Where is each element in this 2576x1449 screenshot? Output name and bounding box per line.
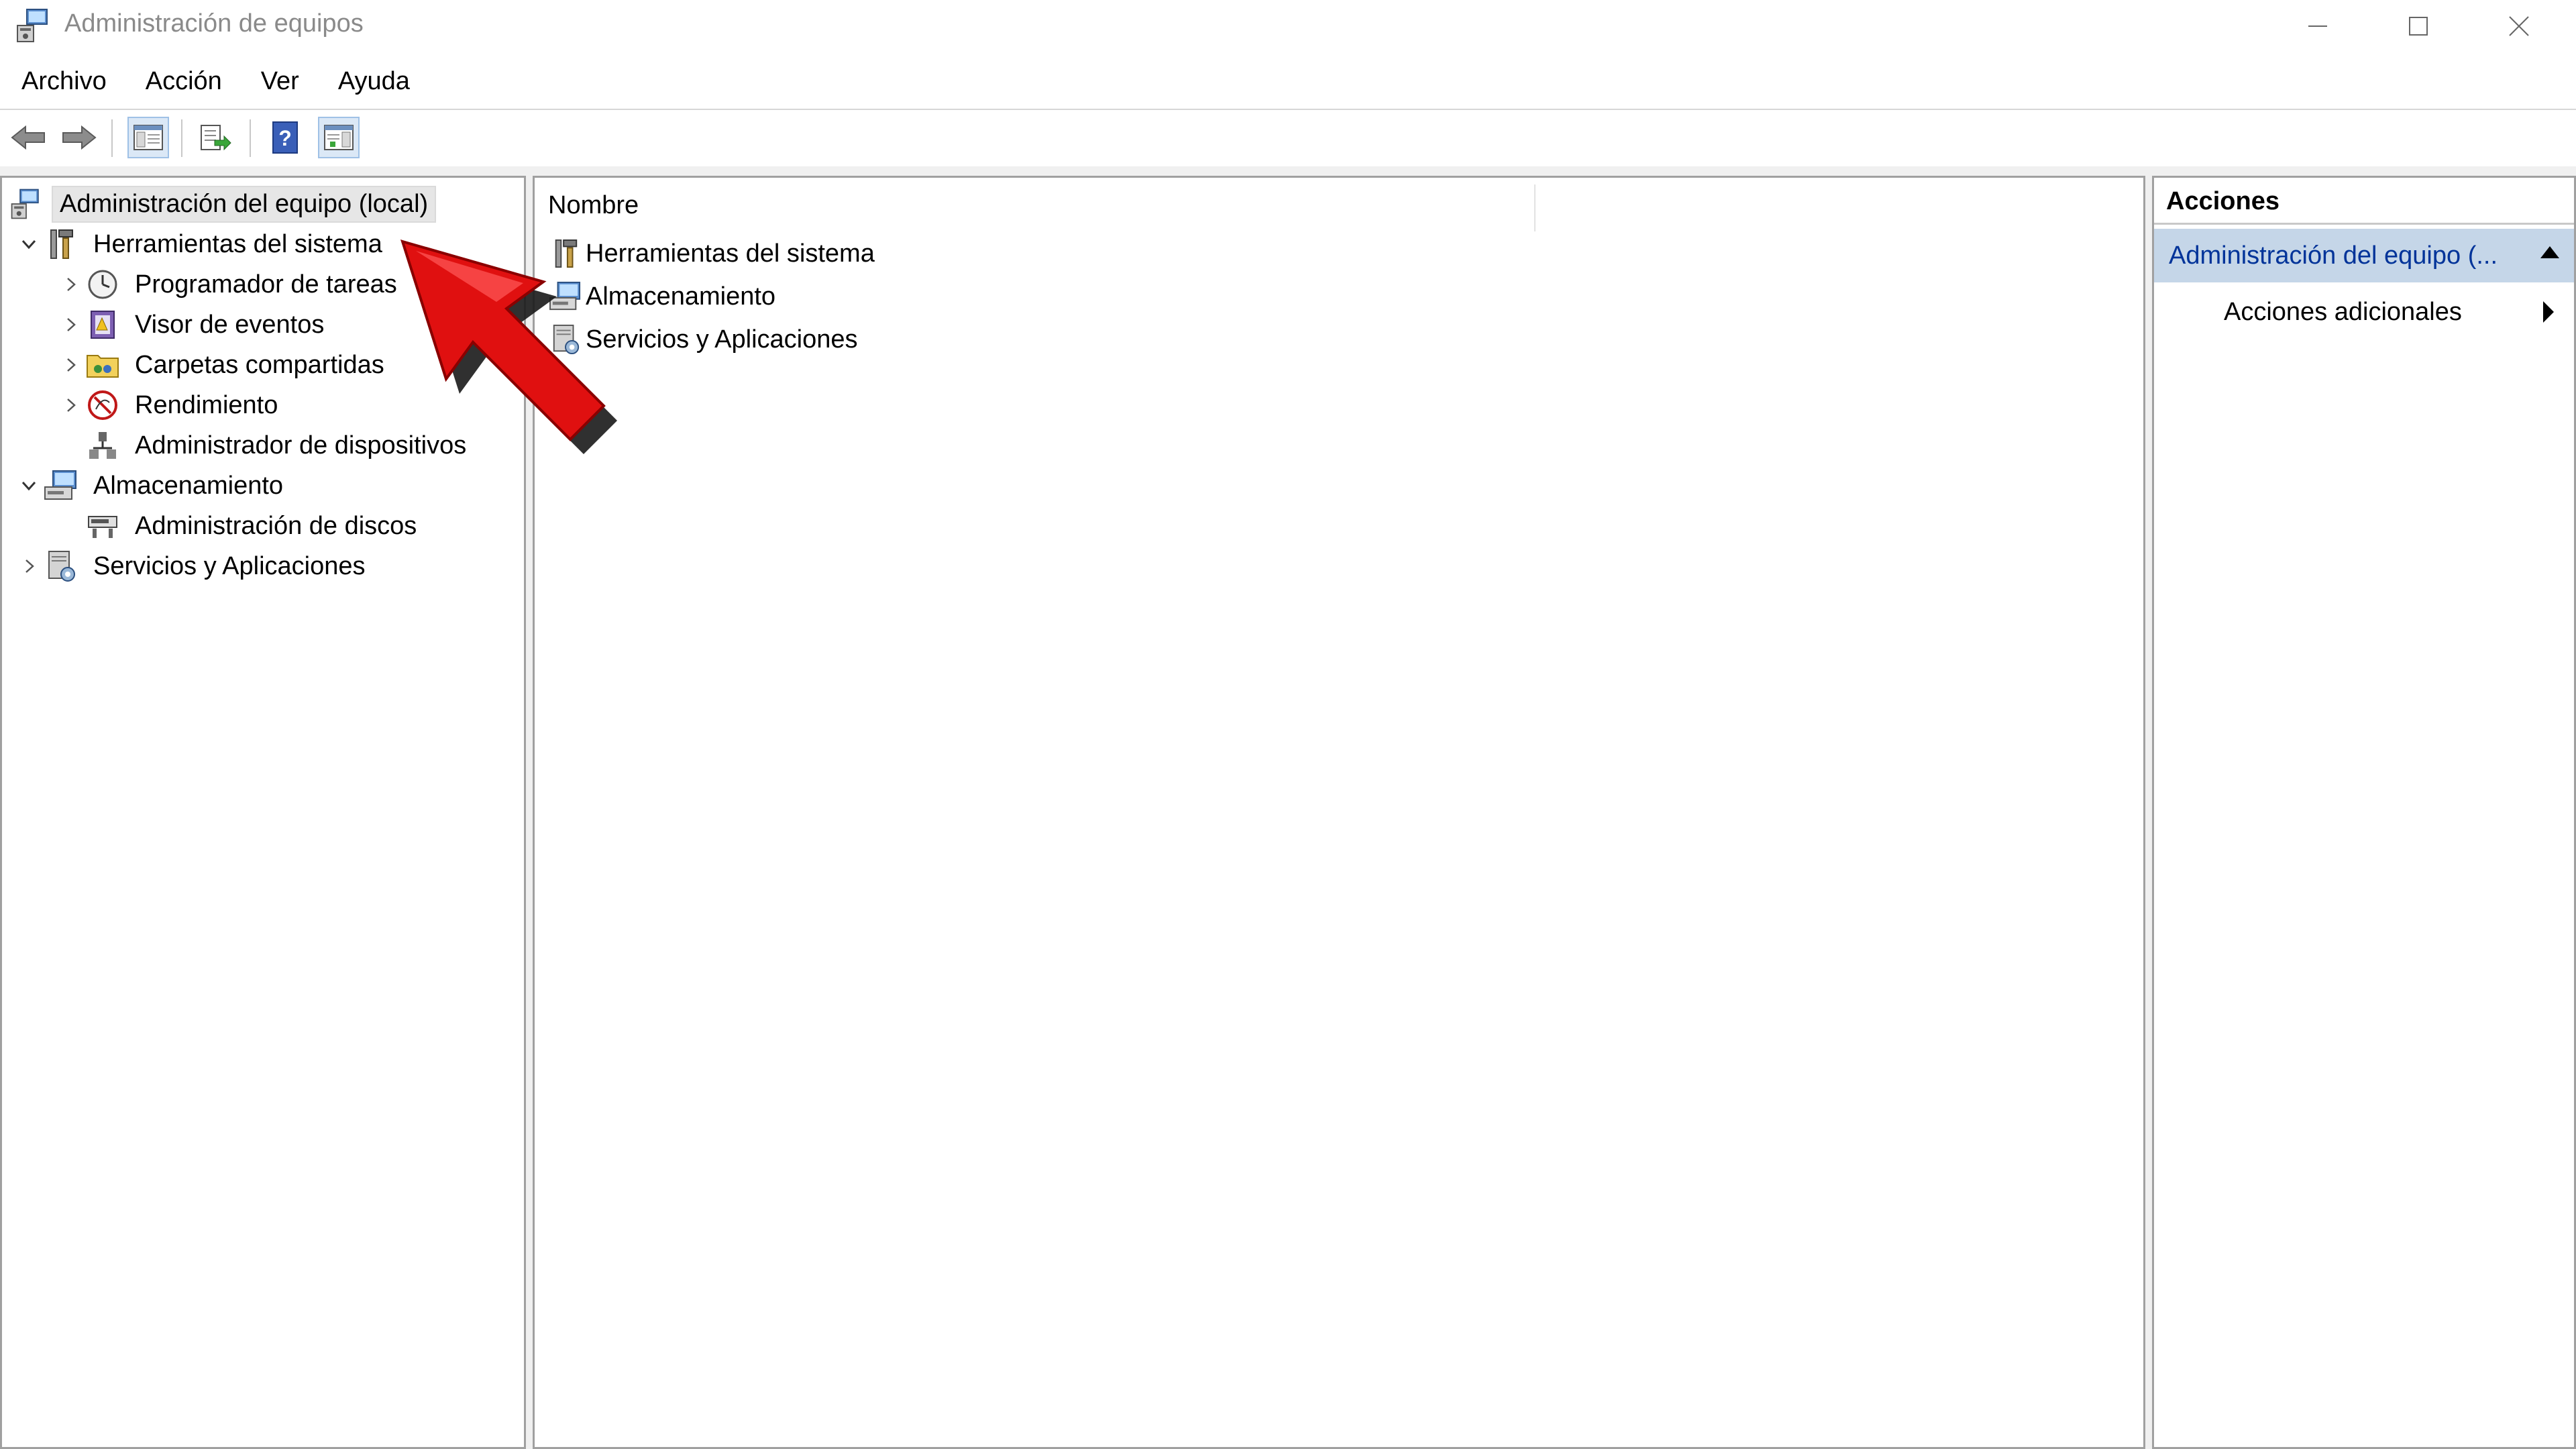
back-button[interactable]	[8, 117, 50, 158]
storage-icon	[42, 467, 80, 504]
forward-button[interactable]	[58, 117, 99, 158]
window-title: Administración de equipos	[64, 9, 364, 38]
chevron-right-icon[interactable]	[57, 265, 84, 304]
tree-item-herramientas[interactable]: Herramientas del sistema	[15, 225, 389, 264]
tree-item-rendimiento[interactable]: Rendimiento	[57, 386, 284, 425]
chevron-down-icon[interactable]	[15, 466, 42, 505]
show-hide-tree-button[interactable]	[127, 117, 169, 158]
list-item-label: Servicios y Aplicaciones	[586, 325, 858, 354]
tree-item-visor-eventos[interactable]: Visor de eventos	[57, 305, 331, 344]
red-arrow-annotation-icon	[400, 239, 617, 454]
chevron-down-icon[interactable]	[15, 225, 42, 264]
title-bar: Administración de equipos	[0, 0, 2576, 52]
maximize-button[interactable]	[2368, 0, 2469, 52]
close-icon	[2509, 16, 2529, 36]
actions-splitter[interactable]	[2145, 176, 2152, 1449]
tree-item-label: Almacenamiento	[93, 471, 284, 500]
list-header: Nombre	[535, 178, 2143, 231]
tree-item-label: Programador de tareas	[135, 270, 397, 299]
shared-folder-icon	[84, 346, 121, 384]
toolbar: ?	[0, 109, 2576, 168]
help-button[interactable]: ?	[264, 117, 306, 158]
computer-management-window: Administración de equipos Archivo Acción…	[0, 0, 2576, 1449]
toolbar-separator	[250, 119, 251, 157]
tree-item-label: Rendimiento	[135, 390, 278, 419]
show-hide-tree-icon	[133, 125, 163, 150]
menu-ayuda[interactable]: Ayuda	[317, 60, 427, 107]
chevron-right-icon[interactable]	[57, 386, 84, 425]
chevron-right-icon[interactable]	[57, 345, 84, 384]
close-button[interactable]	[2469, 0, 2569, 52]
services-icon	[42, 547, 80, 585]
content-list-pane: Nombre Herramientas del sistema Almacena…	[533, 176, 2145, 1449]
chevron-right-icon[interactable]	[15, 547, 42, 586]
action-item-label: Acciones adicionales	[2224, 298, 2462, 326]
maximize-icon	[2409, 17, 2428, 36]
menu-archivo[interactable]: Archivo	[0, 60, 124, 107]
minimize-button[interactable]	[2267, 0, 2368, 52]
submenu-arrow-icon	[2543, 301, 2554, 323]
column-divider[interactable]	[1534, 184, 1536, 231]
show-hide-action-pane-icon	[324, 125, 354, 150]
actions-pane: Acciones Administración del equipo (... …	[2152, 176, 2576, 1449]
show-hide-action-pane-button[interactable]	[318, 117, 360, 158]
tree-item-label: Herramientas del sistema	[93, 229, 382, 258]
tools-icon	[42, 225, 80, 263]
tree-item-servicios[interactable]: Servicios y Aplicaciones	[15, 547, 372, 586]
pane-top-gap	[0, 166, 2576, 176]
tree-item-label: Visor de eventos	[135, 310, 325, 339]
disk-icon	[84, 507, 121, 545]
export-list-icon	[201, 125, 231, 151]
actions-section-header[interactable]: Administración del equipo (...	[2154, 229, 2574, 282]
tree-item-label: Carpetas compartidas	[135, 350, 384, 379]
tree-item-carpetas[interactable]: Carpetas compartidas	[57, 345, 391, 384]
toolbar-separator	[181, 119, 182, 157]
list-item-label: Herramientas del sistema	[586, 239, 875, 268]
computer-management-icon	[7, 185, 45, 223]
action-acciones-adicionales[interactable]: Acciones adicionales	[2154, 285, 2574, 339]
help-icon: ?	[272, 121, 298, 154]
tree-item-almacenamiento[interactable]: Almacenamiento	[15, 466, 290, 505]
minimize-icon	[2308, 25, 2327, 27]
clock-icon	[84, 266, 121, 303]
chevron-right-icon[interactable]	[57, 305, 84, 344]
menu-ver[interactable]: Ver	[239, 60, 317, 107]
tree-item-label: Servicios y Aplicaciones	[93, 551, 366, 580]
tree-item-programador[interactable]: Programador de tareas	[57, 265, 404, 304]
computer-management-icon	[15, 7, 52, 44]
back-arrow-icon	[11, 125, 45, 150]
svg-text:?: ?	[278, 126, 292, 150]
column-header-nombre[interactable]: Nombre	[548, 191, 639, 220]
performance-icon	[84, 386, 121, 424]
toolbar-separator	[111, 119, 113, 157]
collapse-up-icon[interactable]	[2540, 246, 2559, 258]
actions-title: Acciones	[2154, 178, 2574, 225]
menu-accion[interactable]: Acción	[124, 60, 239, 107]
device-manager-icon	[84, 427, 121, 464]
tree-item-label: Administración de discos	[135, 511, 417, 540]
actions-section-label: Administración del equipo (...	[2169, 241, 2498, 270]
export-list-button[interactable]	[195, 117, 236, 158]
tree-root-label: Administración del equipo (local)	[52, 185, 437, 223]
tree-item-admin-discos[interactable]: Administración de discos	[84, 506, 423, 545]
menu-bar: Archivo Acción Ver Ayuda	[0, 60, 427, 107]
forward-arrow-icon	[62, 125, 97, 150]
event-viewer-icon	[84, 306, 121, 343]
tree-root[interactable]: Administración del equipo (local)	[7, 184, 437, 223]
